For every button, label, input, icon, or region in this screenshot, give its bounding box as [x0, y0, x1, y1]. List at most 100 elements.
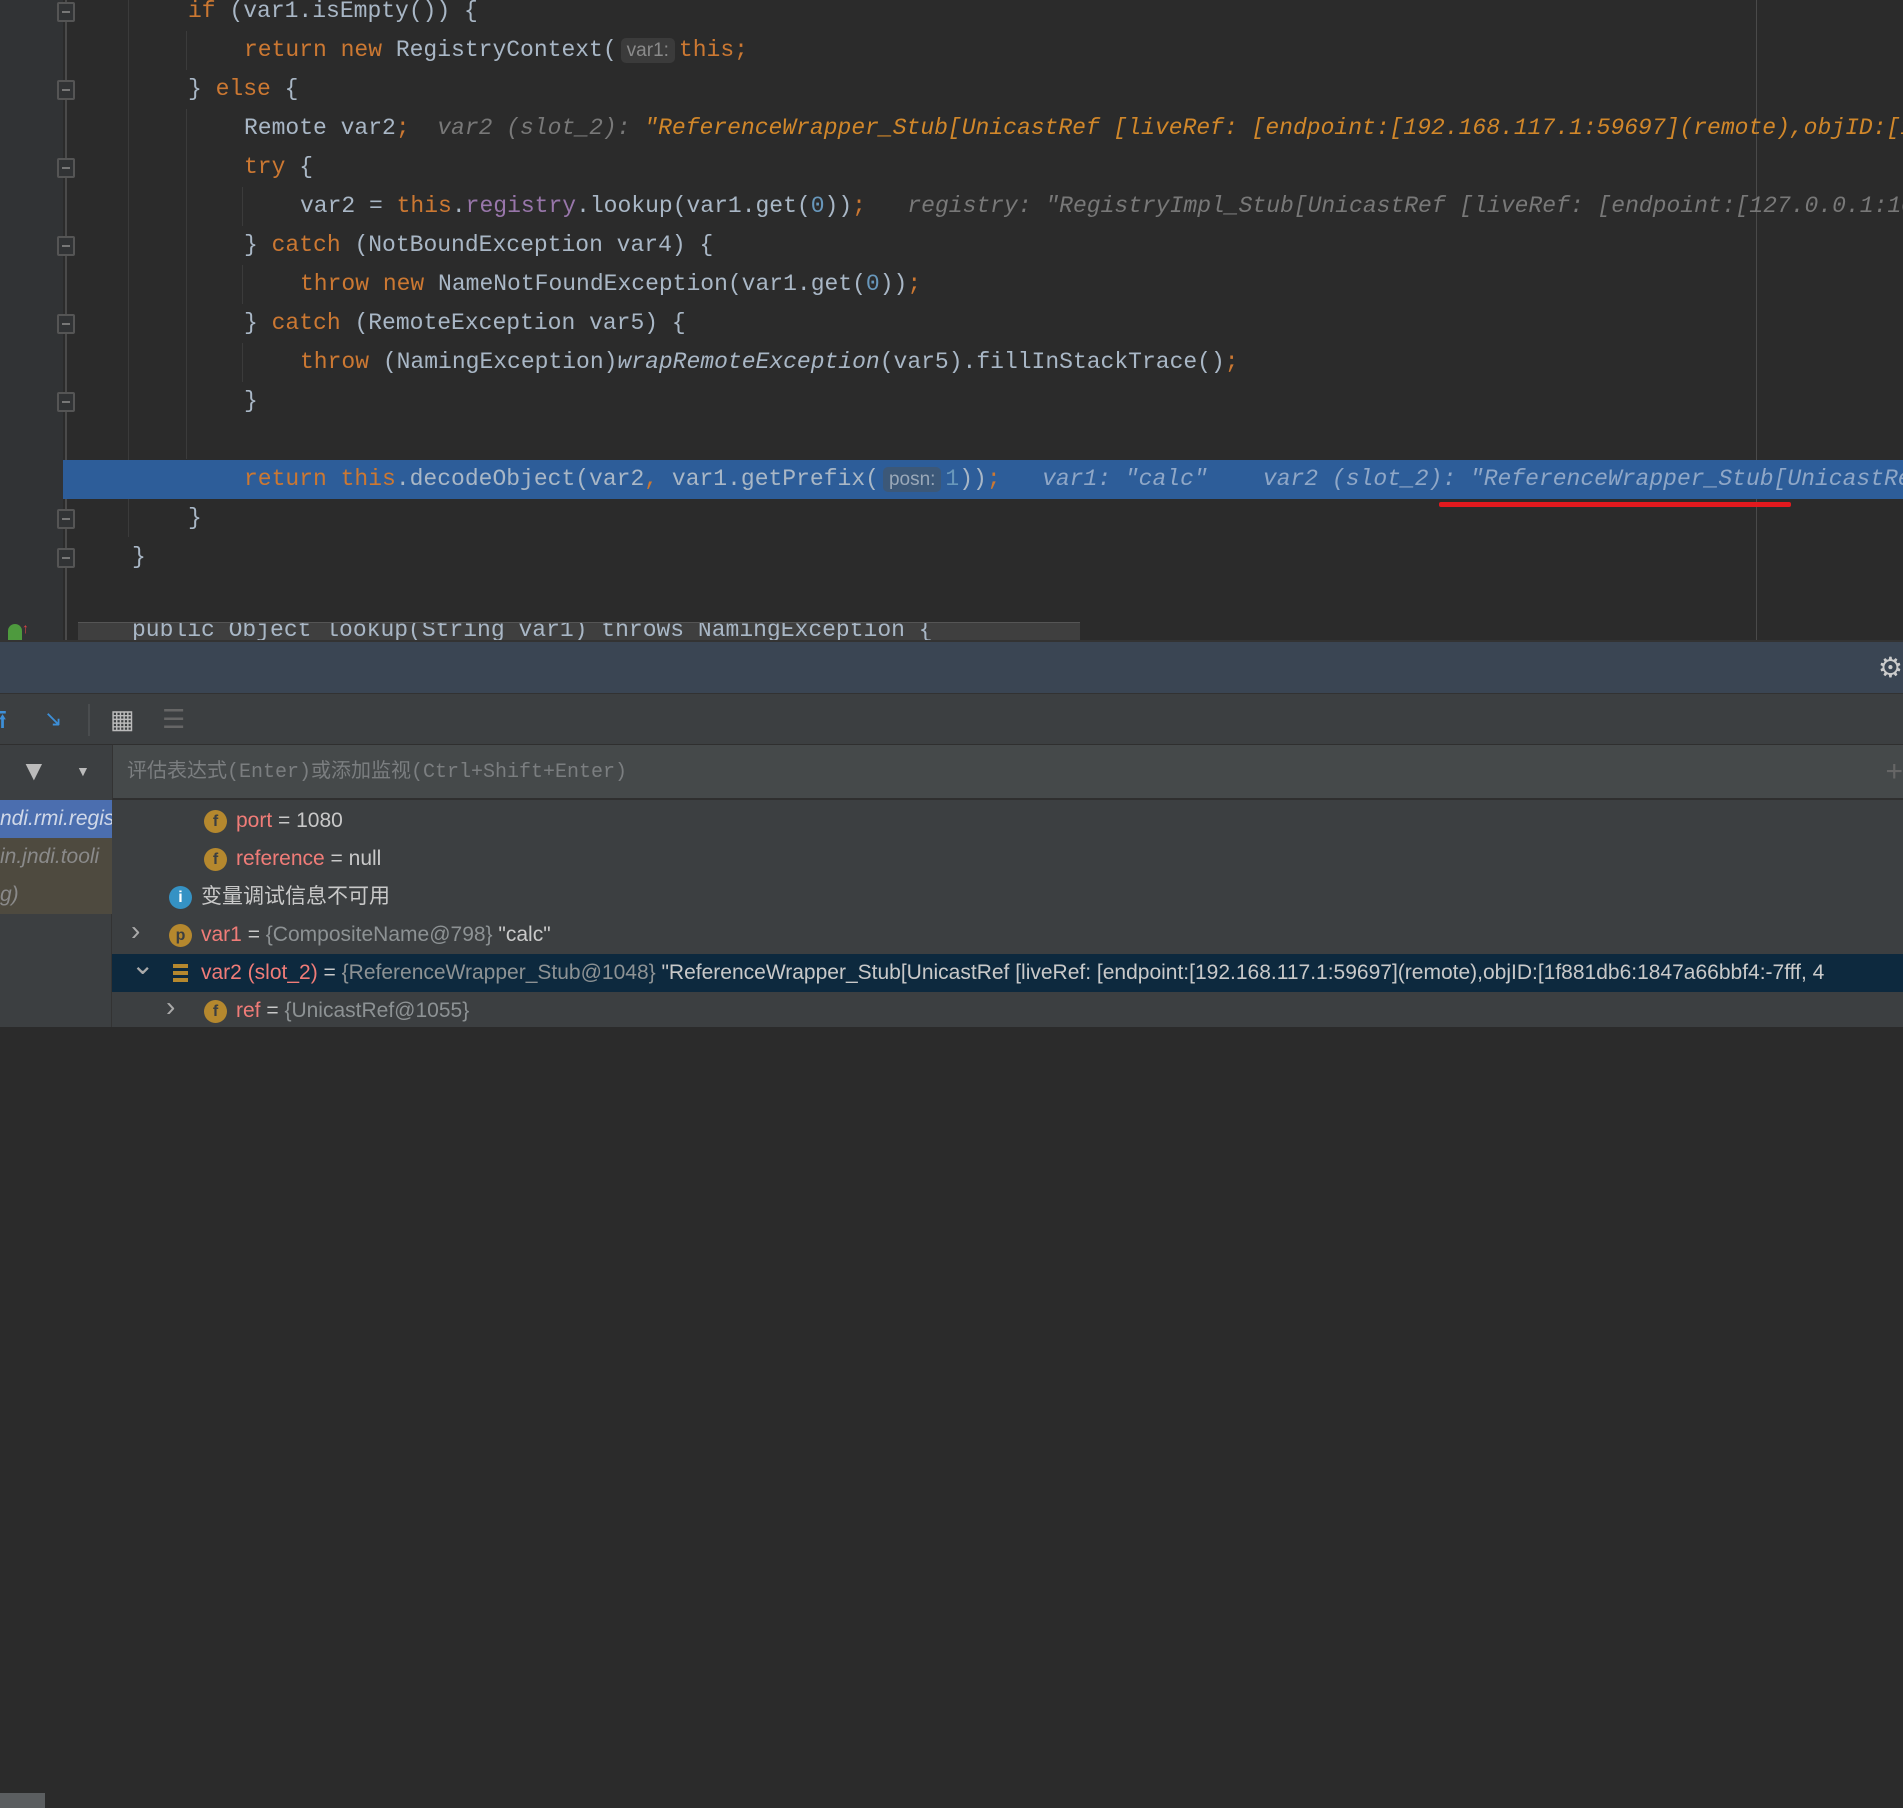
- chevron-down-icon[interactable]: ▼: [76, 763, 90, 779]
- chevron-right-icon[interactable]: ›: [131, 912, 140, 950]
- variable-type: {ReferenceWrapper_Stub@1048}: [341, 961, 662, 984]
- code-token: }: [244, 388, 258, 414]
- fold-marker-icon[interactable]: [57, 158, 75, 178]
- code-token: 0: [810, 193, 825, 219]
- fold-marker-icon[interactable]: [57, 392, 75, 412]
- execution-point-line[interactable]: return this.decodeObject(var2, var1.getP…: [63, 460, 1903, 499]
- variable-name: port: [236, 809, 273, 832]
- code-token: ;: [907, 271, 922, 297]
- code-token: }: [244, 310, 272, 336]
- code-token: this: [678, 37, 735, 63]
- variable-name: var2 (slot_2): [201, 961, 318, 984]
- chevron-right-icon[interactable]: ›: [166, 988, 175, 1026]
- field-icon: f: [204, 1000, 227, 1023]
- code-token: throws: [601, 622, 698, 640]
- fold-marker-icon[interactable]: [57, 509, 75, 529]
- stack-frame[interactable]: ndi.rmi.regis: [0, 800, 112, 838]
- fold-marker-icon[interactable]: [57, 80, 75, 100]
- code-token: RegistryContext(: [395, 37, 617, 63]
- evaluate-expression-field[interactable]: +: [112, 744, 1903, 800]
- variable-name: var1: [201, 923, 242, 946]
- evaluate-expression-icon[interactable]: ▦: [110, 704, 135, 734]
- filter-icon[interactable]: ▼: [20, 755, 48, 787]
- code-token: )): [879, 271, 908, 297]
- code-token: throw new: [300, 271, 439, 297]
- variable-row[interactable]: › p var1 = {CompositeName@798} "calc": [112, 915, 1903, 954]
- fold-marker-icon[interactable]: [57, 548, 75, 568]
- code-line[interactable]: } catch (NotBoundException var4) {: [0, 226, 1903, 265]
- variable-eq: =: [324, 847, 349, 870]
- code-token: 1: [945, 466, 960, 492]
- code-token: }: [188, 76, 216, 102]
- chevron-down-icon[interactable]: ⌄: [131, 946, 154, 984]
- code-line[interactable]: throw (NamingException)wrapRemoteExcepti…: [0, 343, 1903, 382]
- frames-scrollbar[interactable]: [0, 1793, 45, 1808]
- sticky-method-signature: public Object lookup(String var1) throws…: [132, 622, 933, 640]
- variable-row[interactable]: f reference = null: [112, 840, 1903, 878]
- variable-name: ref: [236, 999, 261, 1022]
- code-token: {: [299, 154, 314, 180]
- code-line[interactable]: } catch (RemoteException var5) {: [0, 304, 1903, 343]
- code-line[interactable]: Remote var2; var2 (slot_2): "ReferenceWr…: [0, 109, 1903, 148]
- code-line[interactable]: }: [0, 538, 1903, 577]
- variable-row[interactable]: f port = 1080: [112, 802, 1903, 840]
- code-line[interactable]: throw new NameNotFoundException(var1.get…: [0, 265, 1903, 304]
- add-watch-icon[interactable]: +: [1885, 755, 1903, 789]
- override-arrow-icon[interactable]: ↑: [22, 620, 29, 636]
- local-variable-icon: [169, 962, 192, 985]
- code-token: var1.getPrefix(: [671, 466, 879, 492]
- implementation-marker-icon[interactable]: [8, 624, 22, 640]
- code-token: try: [244, 154, 300, 180]
- run-to-cursor-icon[interactable]: ↘: [44, 704, 62, 734]
- parameter-hint: var1:: [620, 38, 675, 63]
- code-token: if: [188, 0, 230, 24]
- variable-name: reference: [236, 847, 325, 870]
- code-token: 0: [865, 271, 880, 297]
- code-token: return this: [244, 466, 396, 492]
- variable-eq: =: [272, 809, 297, 832]
- sticky-method-header[interactable]: public Object lookup(String var1) throws…: [78, 622, 1080, 640]
- code-token: NameNotFoundException(var1.get(: [438, 271, 866, 297]
- code-token: catch: [271, 232, 355, 258]
- code-line[interactable]: [0, 421, 1903, 460]
- code-line[interactable]: } else {: [0, 70, 1903, 109]
- variable-value: "calc": [498, 923, 551, 946]
- variable-row[interactable]: › f ref = {UnicastRef@1055}: [112, 991, 1903, 1027]
- code-token: (RemoteException var5) {: [354, 310, 686, 336]
- fold-marker-icon[interactable]: [57, 314, 75, 334]
- fold-marker-icon[interactable]: [57, 2, 75, 22]
- variable-row[interactable]: i 变量调试信息不可用: [112, 878, 1903, 916]
- variable-value: "ReferenceWrapper_Stub[UnicastRef [liveR…: [661, 961, 1825, 984]
- variable-eq: =: [241, 923, 266, 946]
- code-token: .lookup(var1.get(: [576, 193, 811, 219]
- fold-marker-icon[interactable]: [57, 236, 75, 256]
- frames-list: ndi.rmi.regis in.jndi.tooli g): [0, 800, 112, 1808]
- code-line[interactable]: if (var1.isEmpty()) {: [0, 0, 1903, 31]
- variable-eq: =: [260, 999, 285, 1022]
- code-token: ;: [852, 193, 866, 219]
- inline-debug-value: var1: "calc" var2 (slot_2): "ReferenceWr…: [1042, 466, 1903, 492]
- code-line[interactable]: var2 = this.registry.lookup(var1.get(0))…: [0, 187, 1903, 226]
- code-token: this: [396, 193, 452, 219]
- code-line[interactable]: }: [0, 382, 1903, 421]
- code-token: (NamingException): [382, 349, 618, 375]
- debug-panel-header: ⚙: [0, 640, 1903, 693]
- code-line[interactable]: return new RegistryContext(var1: this;: [0, 31, 1903, 70]
- code-token: else: [215, 76, 285, 102]
- code-token: }: [244, 232, 272, 258]
- code-editor[interactable]: if (var1.isEmpty()) {return new Registry…: [0, 0, 1903, 640]
- variable-row[interactable]: ⌄ var2 (slot_2) = {ReferenceWrapper_Stub@…: [112, 949, 1903, 992]
- field-icon: f: [204, 848, 227, 871]
- inline-debug-value: "ReferenceWrapper_Stub[UnicastRef [liveR…: [644, 115, 1903, 141]
- stack-frame[interactable]: g): [0, 876, 112, 914]
- evaluate-expression-input[interactable]: [127, 745, 1827, 799]
- code-token: Remote var2: [244, 115, 396, 141]
- variable-type: {UnicastRef@1055}: [284, 999, 470, 1022]
- code-token: public Object lookup(String var1): [132, 622, 602, 640]
- stack-frame[interactable]: in.jndi.tooli: [0, 838, 112, 876]
- gear-icon[interactable]: ⚙: [1878, 654, 1903, 682]
- trace-stream-icon[interactable]: ☰: [162, 704, 185, 734]
- code-line[interactable]: try {: [0, 148, 1903, 187]
- step-out-icon[interactable]: ⭱: [0, 704, 7, 734]
- variable-type: {CompositeName@798}: [265, 923, 499, 946]
